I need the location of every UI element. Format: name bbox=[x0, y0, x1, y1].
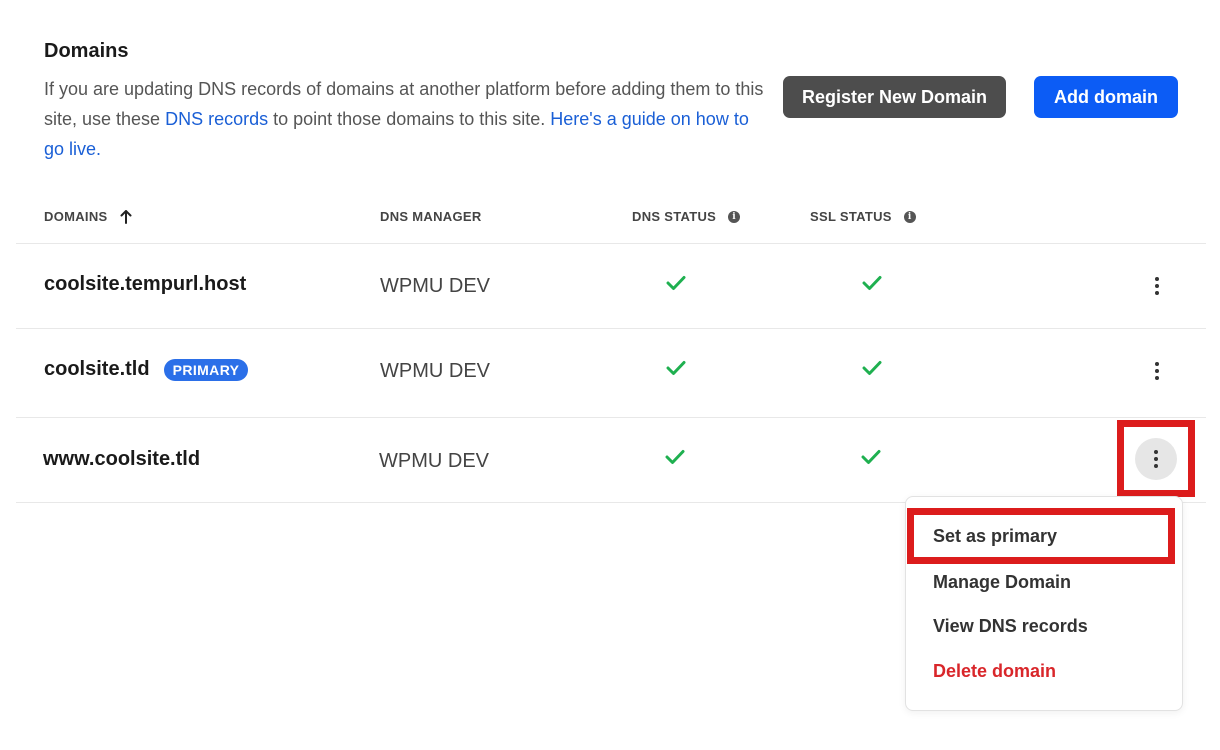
check-icon bbox=[861, 450, 881, 464]
column-header-ssl-status-label: SSL STATUS bbox=[810, 209, 892, 224]
register-new-domain-button[interactable]: Register New Domain bbox=[783, 76, 1006, 118]
menu-item-manage-domain[interactable]: Manage Domain bbox=[933, 572, 1071, 593]
column-header-dns-manager: DNS MANAGER bbox=[380, 209, 482, 224]
dns-records-link[interactable]: DNS records bbox=[165, 109, 268, 129]
arrow-up-icon[interactable] bbox=[120, 209, 132, 224]
description-text-2: to point those domains to this site. bbox=[268, 109, 551, 129]
check-icon bbox=[862, 361, 882, 375]
check-icon bbox=[665, 450, 685, 464]
more-options-icon[interactable] bbox=[1140, 269, 1174, 303]
domain-name: coolsite.tempurl.host bbox=[44, 273, 246, 296]
primary-badge: PRIMARY bbox=[163, 358, 249, 381]
column-header-dns-manager-label: DNS MANAGER bbox=[380, 209, 482, 224]
info-icon[interactable]: i bbox=[903, 210, 916, 223]
table-row: www.coolsite.tld WPMU DEV bbox=[0, 418, 1220, 502]
highlight-box bbox=[907, 508, 1175, 564]
check-icon bbox=[666, 361, 686, 375]
column-header-dns-status: DNS STATUS i bbox=[632, 209, 741, 224]
dns-manager-value: WPMU DEV bbox=[379, 450, 489, 472]
table-row: coolsite.tld PRIMARY WPMU DEV bbox=[0, 329, 1220, 417]
domain-name: coolsite.tld PRIMARY bbox=[44, 358, 249, 381]
domain-name: www.coolsite.tld bbox=[43, 448, 200, 471]
table-header: DOMAINS DNS MANAGER DNS STATUS i SSL STA… bbox=[0, 200, 1220, 244]
dns-manager-value: WPMU DEV bbox=[380, 360, 490, 382]
add-domain-button[interactable]: Add domain bbox=[1034, 76, 1178, 118]
menu-item-view-dns-records[interactable]: View DNS records bbox=[933, 616, 1088, 637]
column-header-domains-label: DOMAINS bbox=[44, 209, 108, 224]
domain-label: coolsite.tld bbox=[44, 358, 150, 380]
highlight-box bbox=[1117, 420, 1195, 497]
check-icon bbox=[862, 276, 882, 290]
page-title: Domains bbox=[44, 40, 129, 62]
column-header-dns-status-label: DNS STATUS bbox=[632, 209, 717, 224]
description: If you are updating DNS records of domai… bbox=[44, 74, 764, 164]
more-options-icon[interactable] bbox=[1140, 354, 1174, 388]
column-header-ssl-status: SSL STATUS i bbox=[810, 209, 916, 224]
domain-label: coolsite.tempurl.host bbox=[44, 273, 247, 295]
table-row: coolsite.tempurl.host WPMU DEV bbox=[0, 244, 1220, 328]
check-icon bbox=[666, 276, 686, 290]
info-icon[interactable]: i bbox=[728, 210, 741, 223]
menu-item-delete-domain[interactable]: Delete domain bbox=[933, 661, 1056, 682]
column-header-domains[interactable]: DOMAINS bbox=[44, 209, 132, 224]
domain-label: www.coolsite.tld bbox=[43, 448, 201, 470]
dns-manager-value: WPMU DEV bbox=[380, 275, 490, 297]
